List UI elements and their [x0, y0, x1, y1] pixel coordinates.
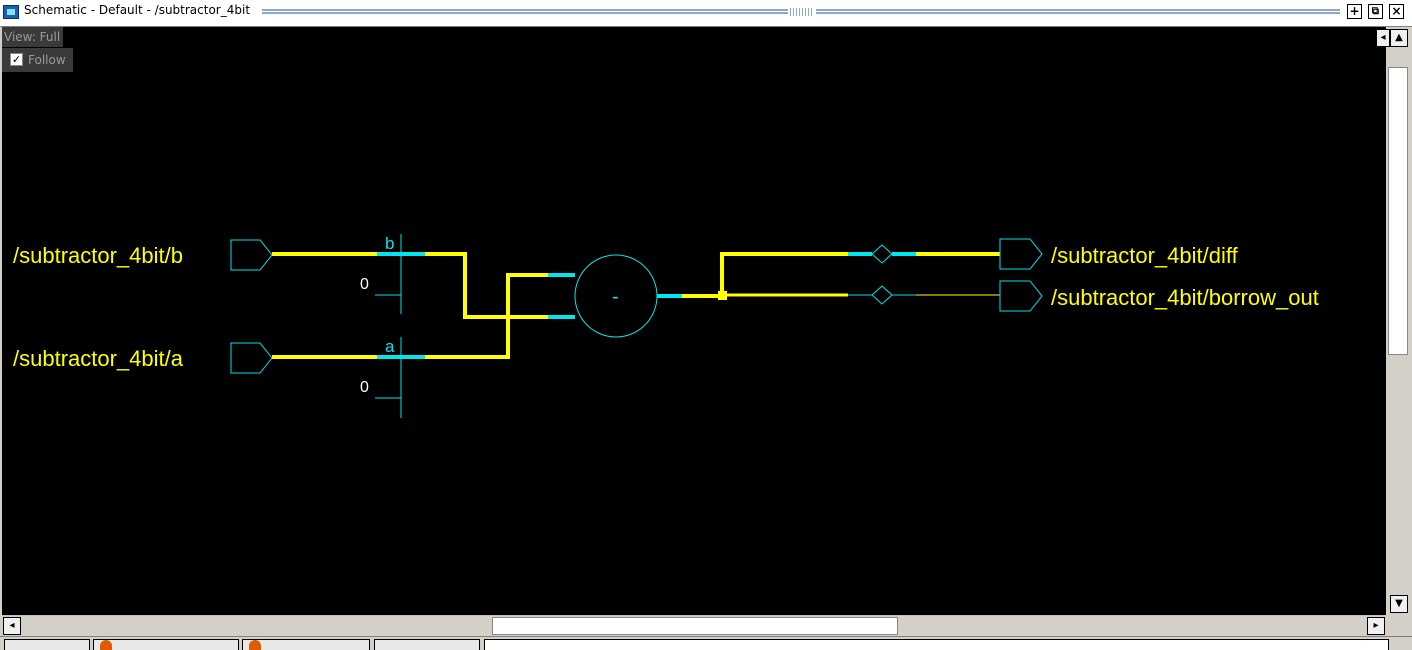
vertical-scroll-thumb[interactable] — [1388, 67, 1408, 355]
net-diff-buffer-diamond[interactable] — [871, 244, 893, 264]
scroll-left-button[interactable]: ◂ — [3, 617, 21, 635]
const-zero-b: 0 — [360, 276, 369, 293]
input-port-a-symbol[interactable] — [230, 342, 273, 374]
close-button[interactable]: × — [1389, 4, 1404, 19]
window-titlebar[interactable]: Schematic - Default - /subtractor_4bit +… — [0, 0, 1412, 27]
title-drag-rule-left — [262, 9, 788, 14]
follow-toggle[interactable]: ✓ Follow — [2, 48, 73, 72]
follow-label: Follow — [28, 53, 66, 67]
horizontal-scrollbar[interactable]: ◂ ▸ — [2, 615, 1386, 636]
scroll-down-button[interactable]: ▼ — [1390, 595, 1408, 613]
status-field — [484, 639, 1389, 650]
subtractor-operator: - — [612, 286, 619, 308]
net-diff[interactable] — [720, 252, 848, 296]
vertical-scrollbar[interactable]: ◂ ▲ ▼ — [1376, 27, 1410, 615]
follow-checkbox[interactable]: ✓ — [10, 53, 23, 66]
tab-4[interactable] — [374, 639, 480, 650]
title-drag-grip[interactable] — [790, 8, 814, 16]
tab-2[interactable] — [93, 639, 239, 650]
schematic-canvas[interactable]: /subtractor_4bit/b /subtractor_4bit/a b … — [2, 27, 1386, 615]
scroll-right-button[interactable]: ▸ — [1367, 617, 1385, 635]
horizontal-scroll-thumb[interactable] — [492, 617, 898, 635]
input-port-b-symbol[interactable] — [230, 239, 273, 271]
bus-label-b: b — [385, 234, 394, 253]
window-title: Schematic - Default - /subtractor_4bit — [24, 3, 251, 17]
tab-3[interactable] — [242, 639, 370, 650]
view-mode-label: View: Full — [2, 27, 63, 47]
bus-label-a: a — [385, 337, 395, 356]
output-port-borrow-label[interactable]: /subtractor_4bit/borrow_out — [1051, 285, 1319, 310]
output-port-diff-symbol[interactable] — [999, 238, 1043, 270]
schematic-window-icon — [3, 5, 19, 19]
output-port-diff-label[interactable]: /subtractor_4bit/diff — [1051, 243, 1239, 268]
net-b-to-subtractor[interactable] — [425, 252, 548, 319]
add-button[interactable]: + — [1347, 4, 1362, 19]
title-drag-rule-right — [816, 9, 1340, 14]
scroll-up-button[interactable]: ▲ — [1390, 29, 1408, 47]
output-port-borrow-symbol[interactable] — [999, 280, 1043, 312]
undock-button[interactable]: ⧉ — [1368, 4, 1383, 19]
scroll-left-small-button[interactable]: ◂ — [1376, 29, 1390, 47]
net-borrow-buffer-diamond[interactable] — [871, 285, 893, 305]
const-zero-a: 0 — [360, 379, 369, 396]
input-port-a-label[interactable]: /subtractor_4bit/a — [13, 346, 184, 371]
bottom-tab-strip — [0, 636, 1412, 650]
tab-1[interactable] — [4, 639, 90, 650]
input-port-b-label[interactable]: /subtractor_4bit/b — [13, 243, 183, 268]
schematic-drawing[interactable]: /subtractor_4bit/b /subtractor_4bit/a b … — [2, 27, 1386, 615]
